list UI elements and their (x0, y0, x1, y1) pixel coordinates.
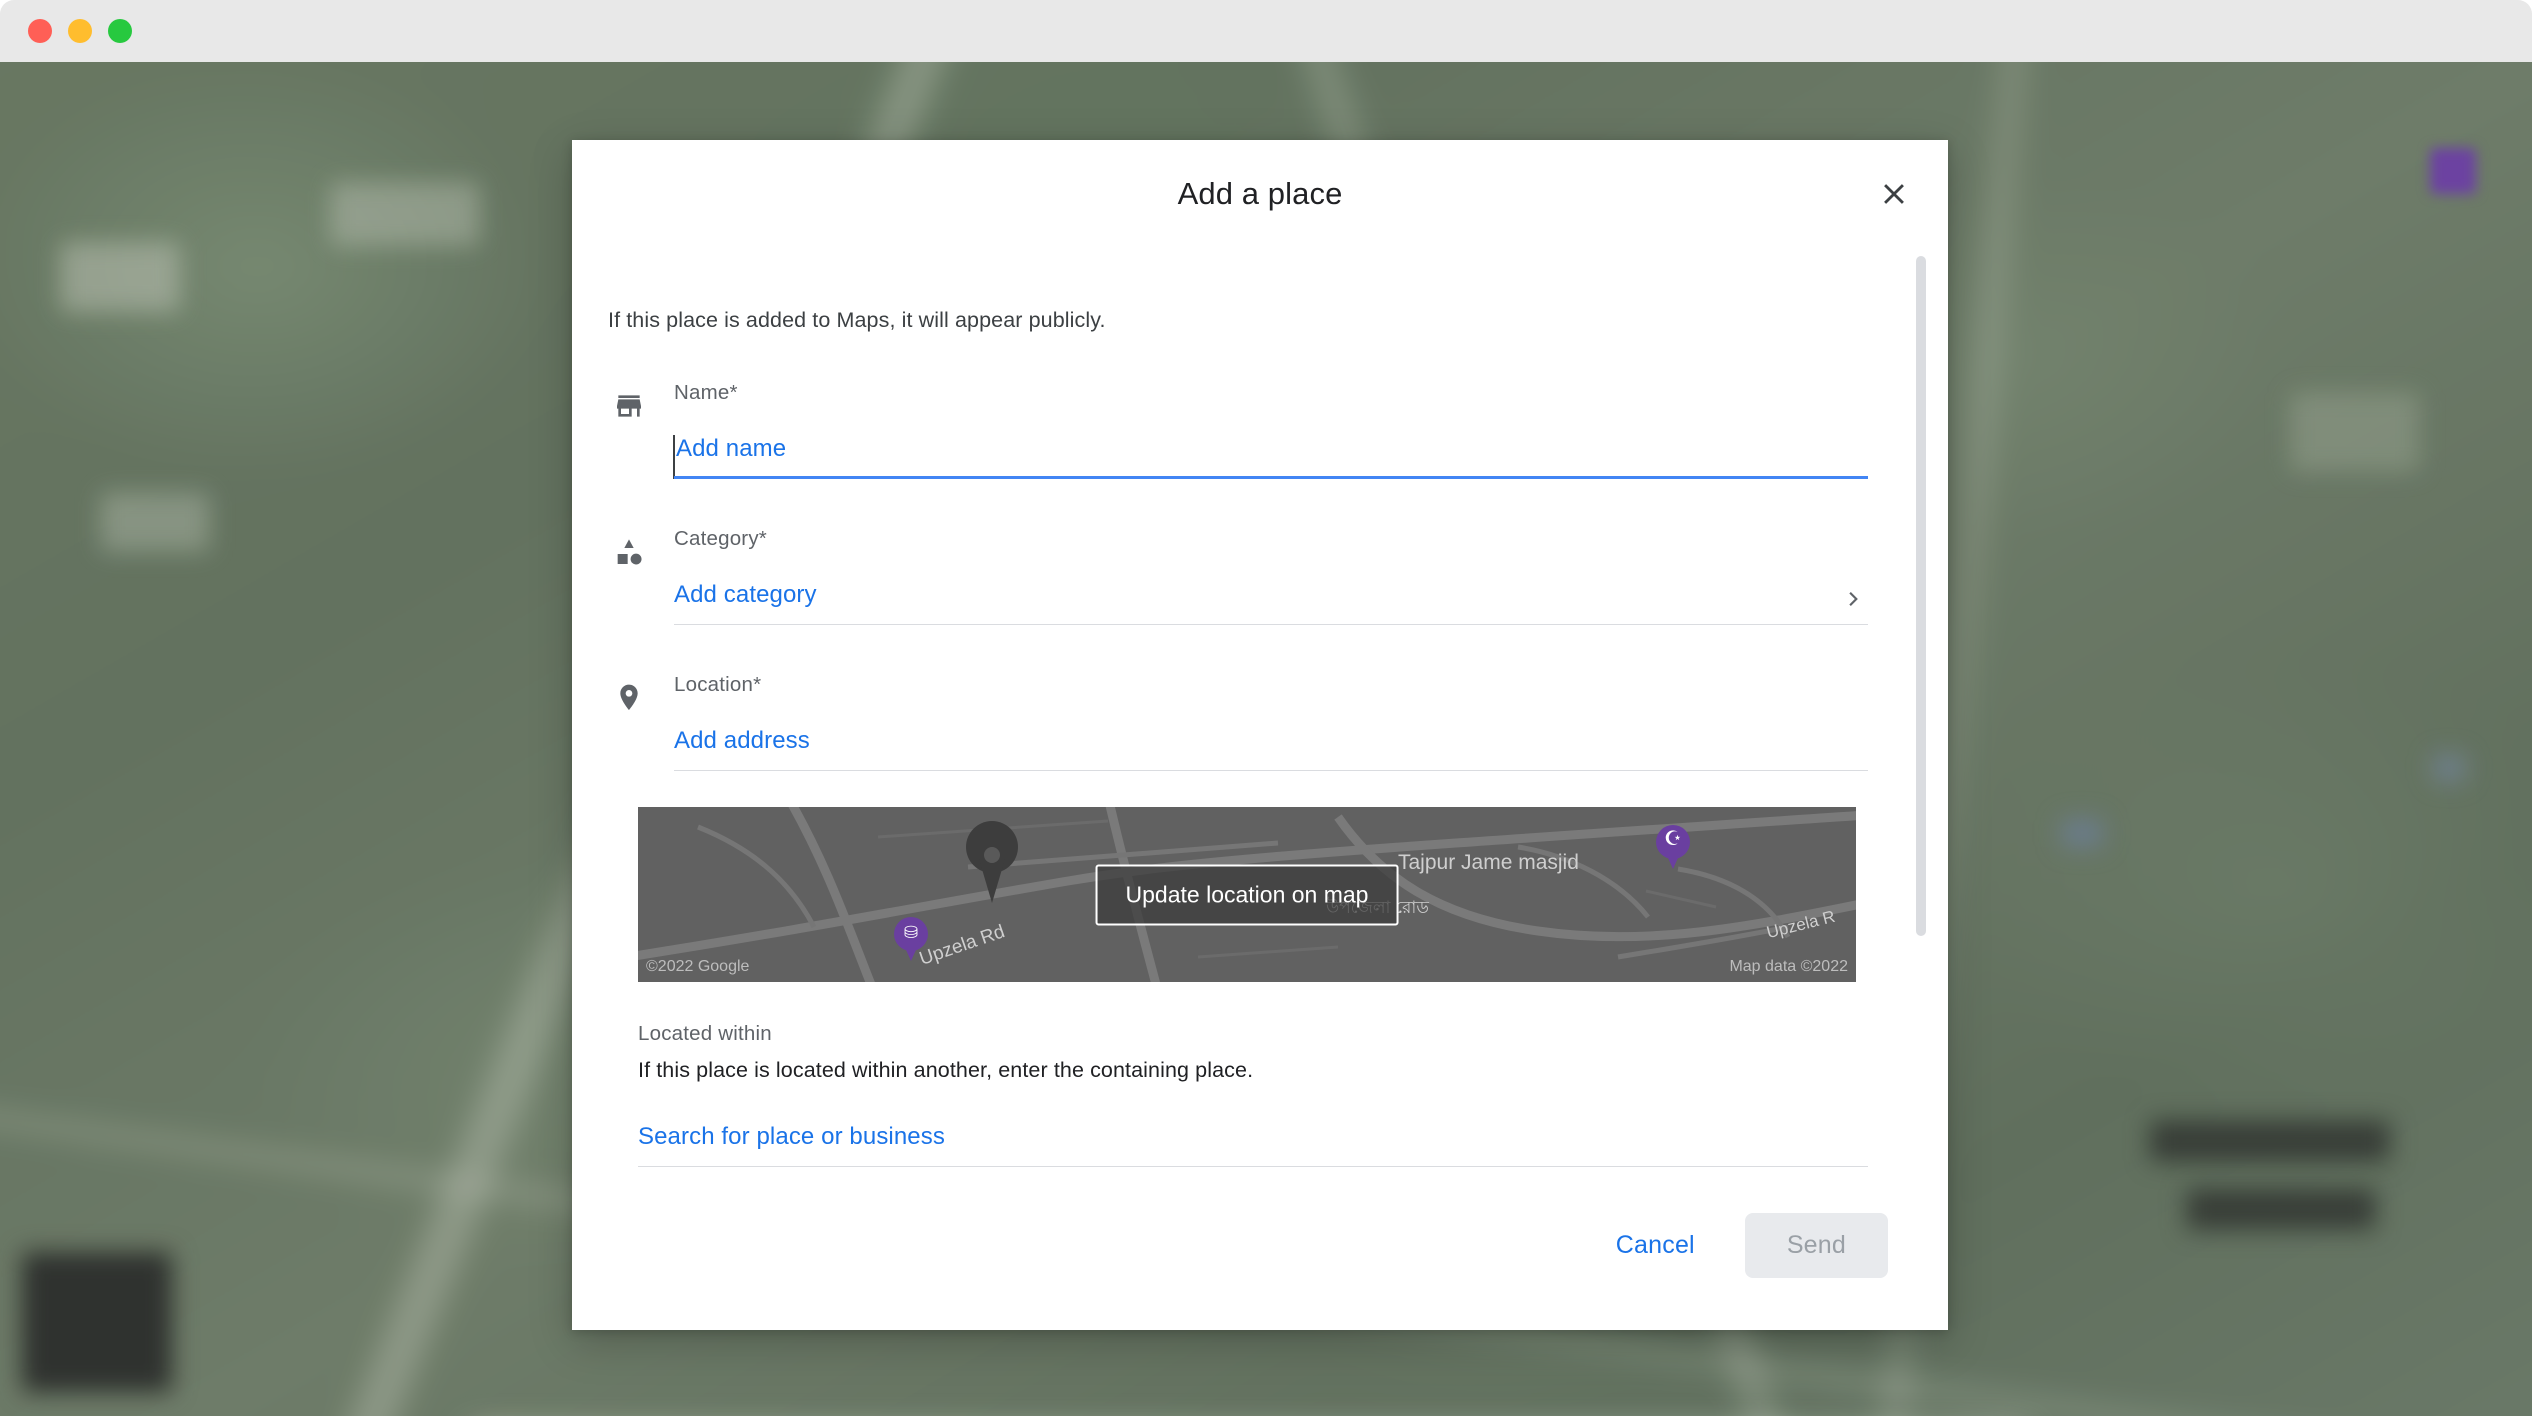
map-label-mosque: Tajpur Jame masjid (1398, 851, 1579, 874)
located-within-control[interactable]: Search for place or business (638, 1123, 1868, 1167)
app-window: Add a place If this place is added to Ma… (0, 0, 2532, 1416)
shop-marker[interactable]: ⛁ (894, 917, 928, 963)
field-name: Name* Add name (608, 381, 1868, 479)
add-a-place-dialog: Add a place If this place is added to Ma… (572, 140, 1948, 1330)
located-within-input[interactable]: Search for place or business (638, 1123, 1868, 1151)
field-label-location: Location* (674, 673, 762, 696)
store-icon (608, 385, 650, 427)
dialog-intro-text: If this place is added to Maps, it will … (608, 308, 1106, 332)
dialog-scrollbar-thumb[interactable] (1916, 256, 1926, 936)
dialog-title: Add a place (1177, 176, 1343, 211)
location-map-preview[interactable]: Tajpur Jame masjid Upzela Rd Upzela R উপ… (638, 807, 1856, 982)
field-control-location[interactable]: Add address (674, 703, 1868, 771)
located-within-section: Located within If this place is located … (638, 1022, 1888, 1167)
field-category: Category* Add category (608, 527, 1868, 625)
located-within-label: Located within (638, 1022, 772, 1045)
located-within-underline (638, 1166, 1868, 1167)
name-underline (674, 476, 1868, 479)
dialog-body: If this place is added to Maps, it will … (572, 248, 1948, 1178)
category-input[interactable]: Add category (674, 581, 1828, 625)
location-underline (674, 770, 1868, 771)
cancel-button[interactable]: Cancel (1592, 1215, 1719, 1276)
category-shapes-icon (608, 531, 650, 573)
send-button[interactable]: Send (1744, 1212, 1888, 1278)
window-close-button[interactable] (28, 19, 52, 43)
window-titlebar (0, 0, 2532, 62)
shop-marker-glyph: ⛁ (903, 923, 919, 942)
add-place-form: Name* Add name Category* Add category Lo… (608, 381, 1888, 771)
category-underline (674, 624, 1868, 625)
update-location-on-map-button[interactable]: Update location on map (1095, 864, 1399, 925)
new-place-marker (966, 821, 1018, 903)
dialog-footer: Cancel Send (572, 1178, 1948, 1330)
field-label-category: Category* (674, 527, 767, 550)
map-attribution-data: Map data ©2022 (1729, 958, 1848, 975)
mosque-marker-glyph: ☪ (1664, 828, 1682, 850)
address-input[interactable]: Add address (674, 727, 1868, 771)
close-dialog-button[interactable] (1862, 162, 1926, 226)
chevron-right-icon[interactable] (1828, 585, 1868, 625)
name-input[interactable]: Add name (673, 435, 1868, 479)
field-location: Location* Add address (608, 673, 1868, 771)
map-pin-icon (608, 677, 650, 719)
dialog-scrollbar[interactable] (1914, 248, 1928, 1178)
field-control-name[interactable]: Add name (673, 411, 1868, 479)
window-maximize-button[interactable] (108, 19, 132, 43)
mosque-marker[interactable]: ☪ (1656, 825, 1690, 871)
window-minimize-button[interactable] (68, 19, 92, 43)
dialog-header: Add a place (572, 140, 1948, 248)
close-icon (1877, 177, 1911, 211)
located-within-description: If this place is located within another,… (638, 1058, 1254, 1082)
field-label-name: Name* (674, 381, 738, 404)
field-control-category[interactable]: Add category (674, 557, 1868, 625)
map-attribution-google: ©2022 Google (646, 958, 750, 975)
